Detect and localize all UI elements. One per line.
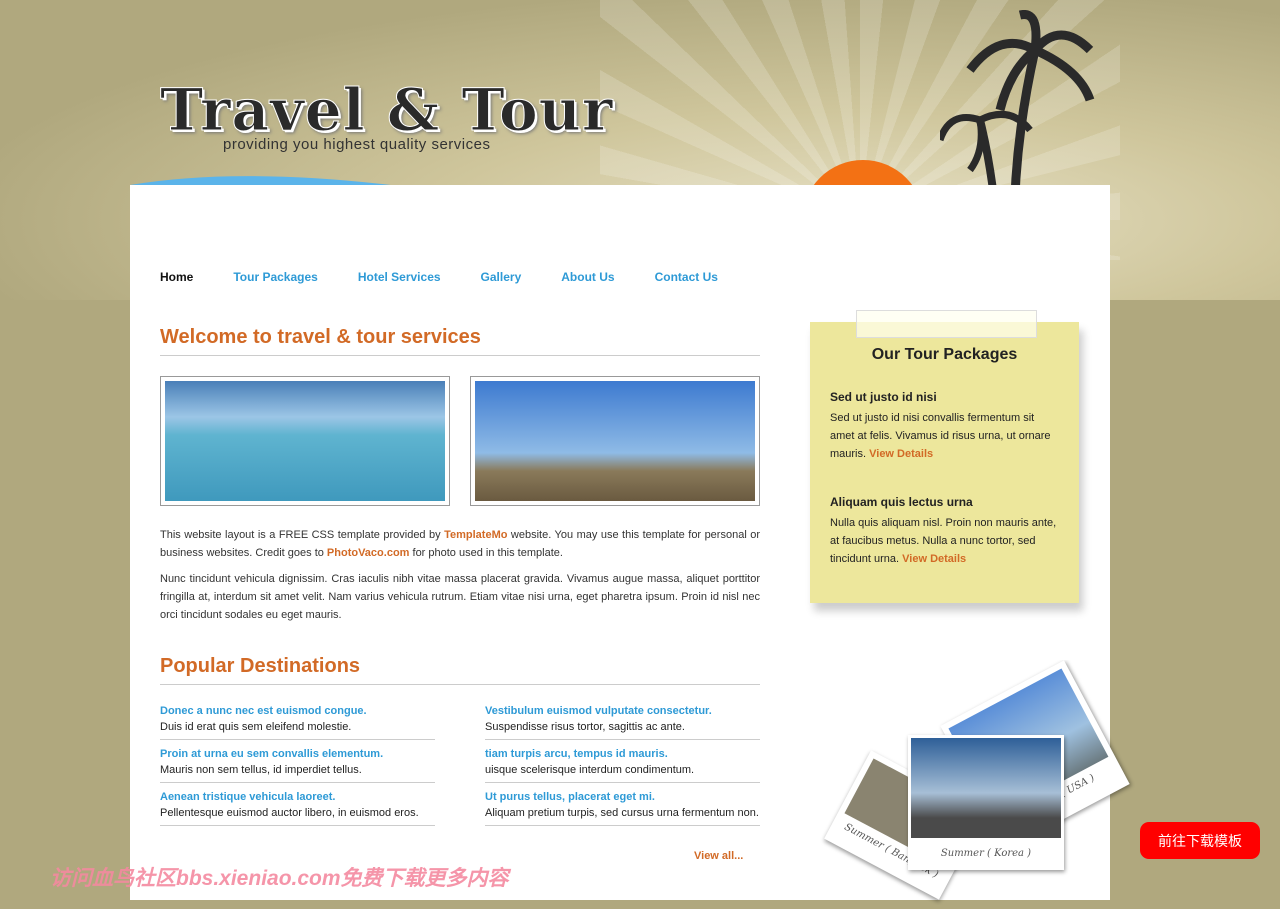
- nav-gallery[interactable]: Gallery: [481, 270, 522, 284]
- list-item: Aenean tristique vehicula laoreet. Pellen…: [160, 783, 435, 826]
- destination-link[interactable]: Proin at urna eu sem convallis elementum…: [160, 748, 435, 760]
- list-item: Ut purus tellus, placerat eget mi. Aliqua…: [485, 783, 760, 826]
- intro-text: This website layout is a FREE CSS templa…: [160, 529, 445, 541]
- destination-link[interactable]: tiam turpis arcu, tempus id mauris.: [485, 748, 760, 760]
- photovaco-link[interactable]: PhotoVaco.com: [327, 547, 410, 559]
- destination-link[interactable]: Vestibulum euismod vulputate consectetur…: [485, 705, 760, 717]
- destination-text: Aliquam pretium turpis, sed cursus urna …: [485, 807, 759, 819]
- gallery-caption: Summer ( Korea ): [940, 848, 1032, 859]
- package-text: Sed ut justo id nisi convallis fermentum…: [830, 412, 1051, 460]
- intro-text: for photo used in this template.: [409, 547, 563, 559]
- destination-text: Suspendisse risus tortor, sagittis ac an…: [485, 721, 685, 733]
- photo-golden-gate: [470, 376, 760, 506]
- photo-pier: [160, 376, 450, 506]
- list-item: tiam turpis arcu, tempus id mauris. uisqu…: [485, 740, 760, 783]
- tape-decoration: [856, 310, 1037, 338]
- nav-home[interactable]: Home: [160, 270, 193, 284]
- nav-contact-us[interactable]: Contact Us: [655, 270, 718, 284]
- gallery-card-korea[interactable]: Summer ( Korea ): [908, 735, 1064, 870]
- nav-about-us[interactable]: About Us: [561, 270, 614, 284]
- view-details-link[interactable]: View Details: [869, 448, 933, 460]
- watermark: 访问血鸟社区bbs.xieniao.com免费下载更多内容: [50, 867, 509, 890]
- destination-text: Mauris non sem tellus, id imperdiet tell…: [160, 764, 362, 776]
- destination-text: Duis id erat quis sem eleifend molestie.: [160, 721, 352, 733]
- welcome-title: Welcome to travel & tour services: [160, 326, 760, 356]
- body-paragraph: Nunc tincidunt vehicula dignissim. Cras …: [160, 573, 760, 621]
- main-nav: Home Tour Packages Hotel Services Galler…: [160, 270, 718, 284]
- list-item: Donec a nunc nec est euismod congue. Duis…: [160, 697, 435, 740]
- destination-text: Pellentesque euismod auctor libero, in e…: [160, 807, 419, 819]
- list-item: Proin at urna eu sem convallis elementum…: [160, 740, 435, 783]
- package-title: Sed ut justo id nisi: [830, 390, 937, 404]
- destination-link[interactable]: Donec a nunc nec est euismod congue.: [160, 705, 435, 717]
- nav-hotel-services[interactable]: Hotel Services: [358, 270, 441, 284]
- photo-gallery-corner: Summer ( USA ) Summer ( Bangkok ) Summer…: [790, 660, 1280, 905]
- list-item: Vestibulum euismod vulputate consectetur…: [485, 697, 760, 740]
- destination-link[interactable]: Aenean tristique vehicula laoreet.: [160, 791, 435, 803]
- welcome-section: Welcome to travel & tour services This w…: [160, 326, 760, 624]
- site-slogan: providing you highest quality services: [223, 136, 491, 153]
- view-details-link[interactable]: View Details: [902, 553, 966, 565]
- sidebar-title: Our Tour Packages: [871, 346, 1018, 363]
- site-logo[interactable]: Travel & Tour: [159, 76, 613, 145]
- destination-text: uisque scelerisque interdum condimentum.: [485, 764, 695, 776]
- destinations-section: Popular Destinations Donec a nunc nec es…: [160, 655, 760, 826]
- package-item: Sed ut justo id nisi Sed ut justo id nis…: [830, 390, 1059, 463]
- tour-packages-note: Our Tour Packages Sed ut justo id nisi S…: [810, 322, 1079, 603]
- destination-link[interactable]: Ut purus tellus, placerat eget mi.: [485, 791, 760, 803]
- package-title: Aliquam quis lectus urna: [830, 495, 973, 509]
- templatemo-link[interactable]: TemplateMo: [444, 529, 507, 541]
- nav-tour-packages[interactable]: Tour Packages: [233, 270, 317, 284]
- view-all-link[interactable]: View all...: [694, 850, 743, 862]
- download-template-button[interactable]: 前往下载模板: [1140, 822, 1260, 859]
- destinations-title: Popular Destinations: [160, 655, 760, 685]
- package-item: Aliquam quis lectus urna Nulla quis aliq…: [830, 495, 1059, 568]
